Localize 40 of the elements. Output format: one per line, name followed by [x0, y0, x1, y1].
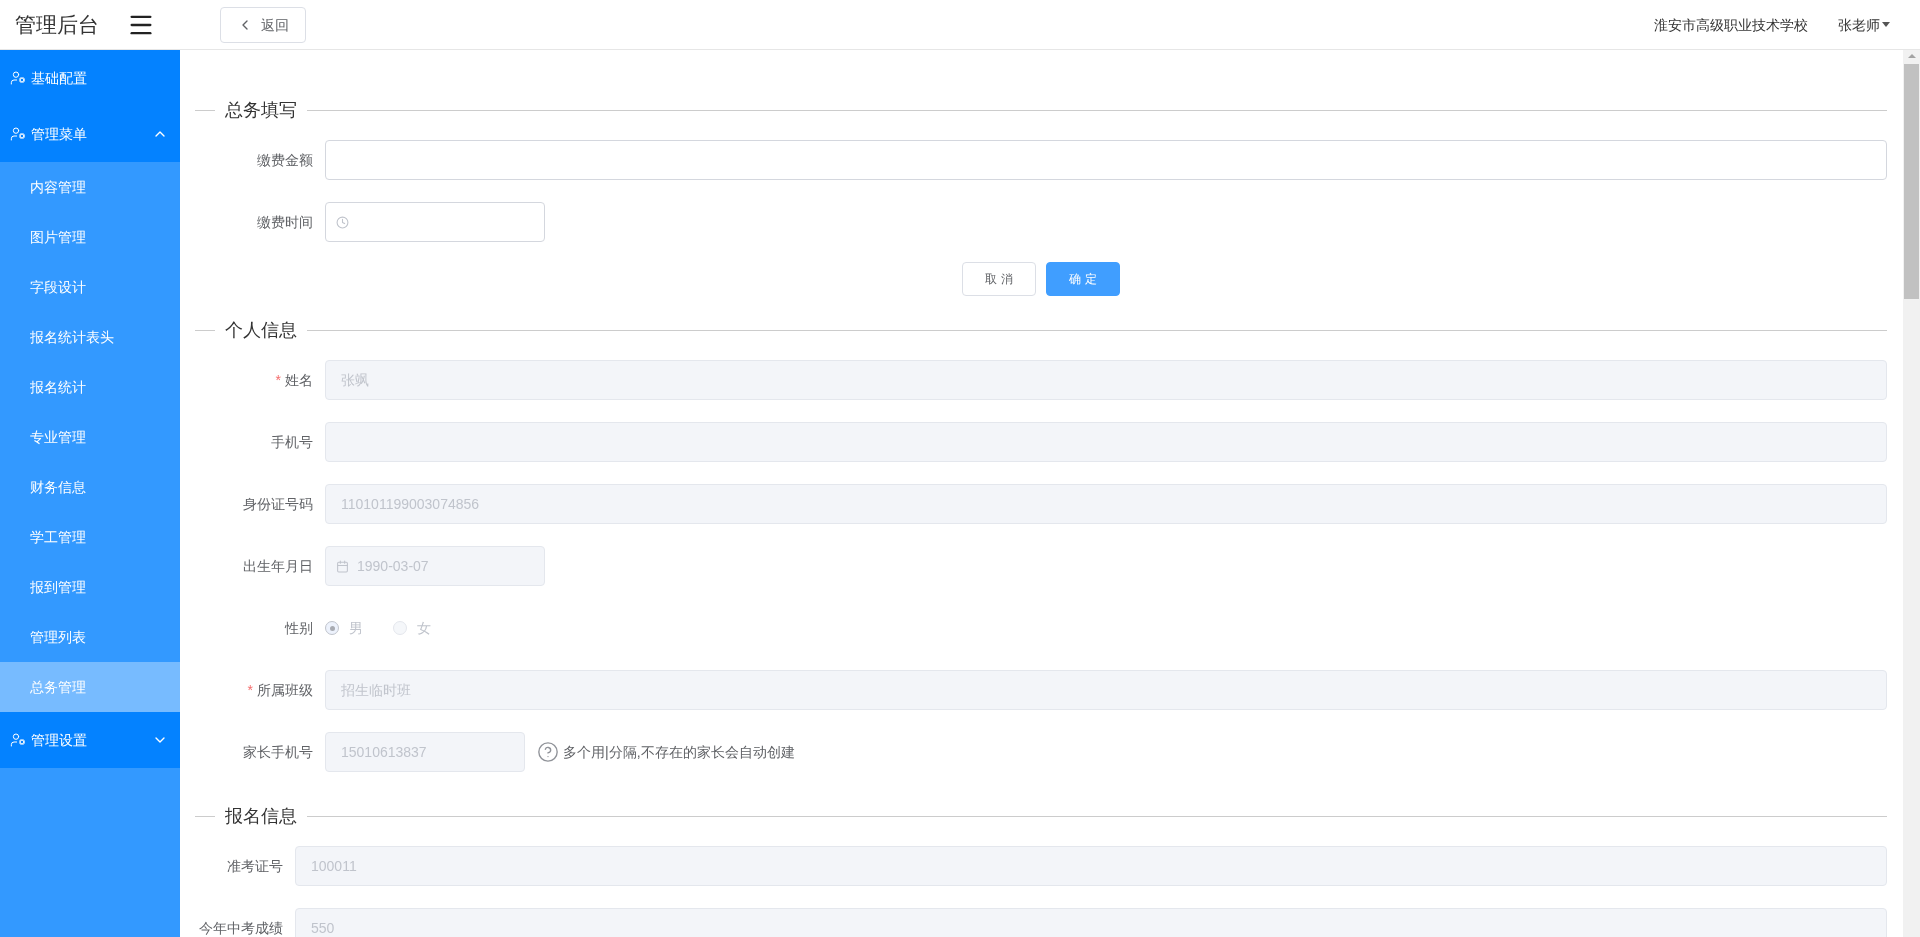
field-label: 今年中考成绩: [199, 919, 283, 937]
time-picker[interactable]: [325, 202, 545, 242]
radio-button[interactable]: [393, 621, 407, 635]
field-label: 姓名: [285, 371, 313, 390]
text-field[interactable]: [325, 140, 1887, 180]
field-label: 出生年月日: [243, 557, 313, 576]
user-icon: [10, 70, 26, 86]
sidebar-group[interactable]: 管理菜单: [0, 106, 180, 162]
required-mark: *: [275, 371, 281, 390]
field-label: 身份证号码: [243, 495, 313, 514]
field-hint: 多个用|分隔,不存在的家长会自动创建: [563, 743, 795, 762]
field-label: 手机号: [271, 433, 313, 452]
scrollbar[interactable]: [1903, 50, 1920, 937]
radio-label[interactable]: 男: [349, 618, 363, 638]
field-label: 缴费时间: [257, 213, 313, 232]
school-name: 淮安市高级职业技术学校: [1654, 15, 1808, 35]
sidebar-item[interactable]: 总务管理: [0, 662, 180, 712]
section-legend: 个人信息: [215, 316, 307, 344]
app-title: 管理后台: [15, 11, 99, 38]
user-menu[interactable]: 张老师: [1838, 14, 1890, 35]
clock-icon: [336, 215, 349, 229]
section-legend: 报名信息: [215, 802, 307, 830]
field-label: 家长手机号: [243, 743, 313, 762]
required-mark: *: [247, 681, 253, 700]
user-icon: [10, 126, 26, 142]
user-icon: [10, 732, 26, 748]
field-label: 缴费金额: [257, 151, 313, 170]
back-button[interactable]: 返回: [220, 6, 306, 43]
cancel-button[interactable]: 取 消: [962, 262, 1036, 296]
sidebar-group[interactable]: 管理设置: [0, 712, 180, 768]
field-label: 所属班级: [257, 681, 313, 700]
radio-button[interactable]: [325, 621, 339, 635]
sidebar-group[interactable]: 基础配置: [0, 50, 180, 106]
calendar-icon: [336, 559, 349, 573]
confirm-button[interactable]: 确 定: [1046, 262, 1120, 296]
help-icon: [537, 741, 559, 763]
field-label: 准考证号: [227, 857, 283, 876]
section-legend: 总务填写: [215, 96, 307, 124]
radio-label[interactable]: 女: [417, 618, 431, 638]
field-label: 性别: [285, 619, 313, 638]
